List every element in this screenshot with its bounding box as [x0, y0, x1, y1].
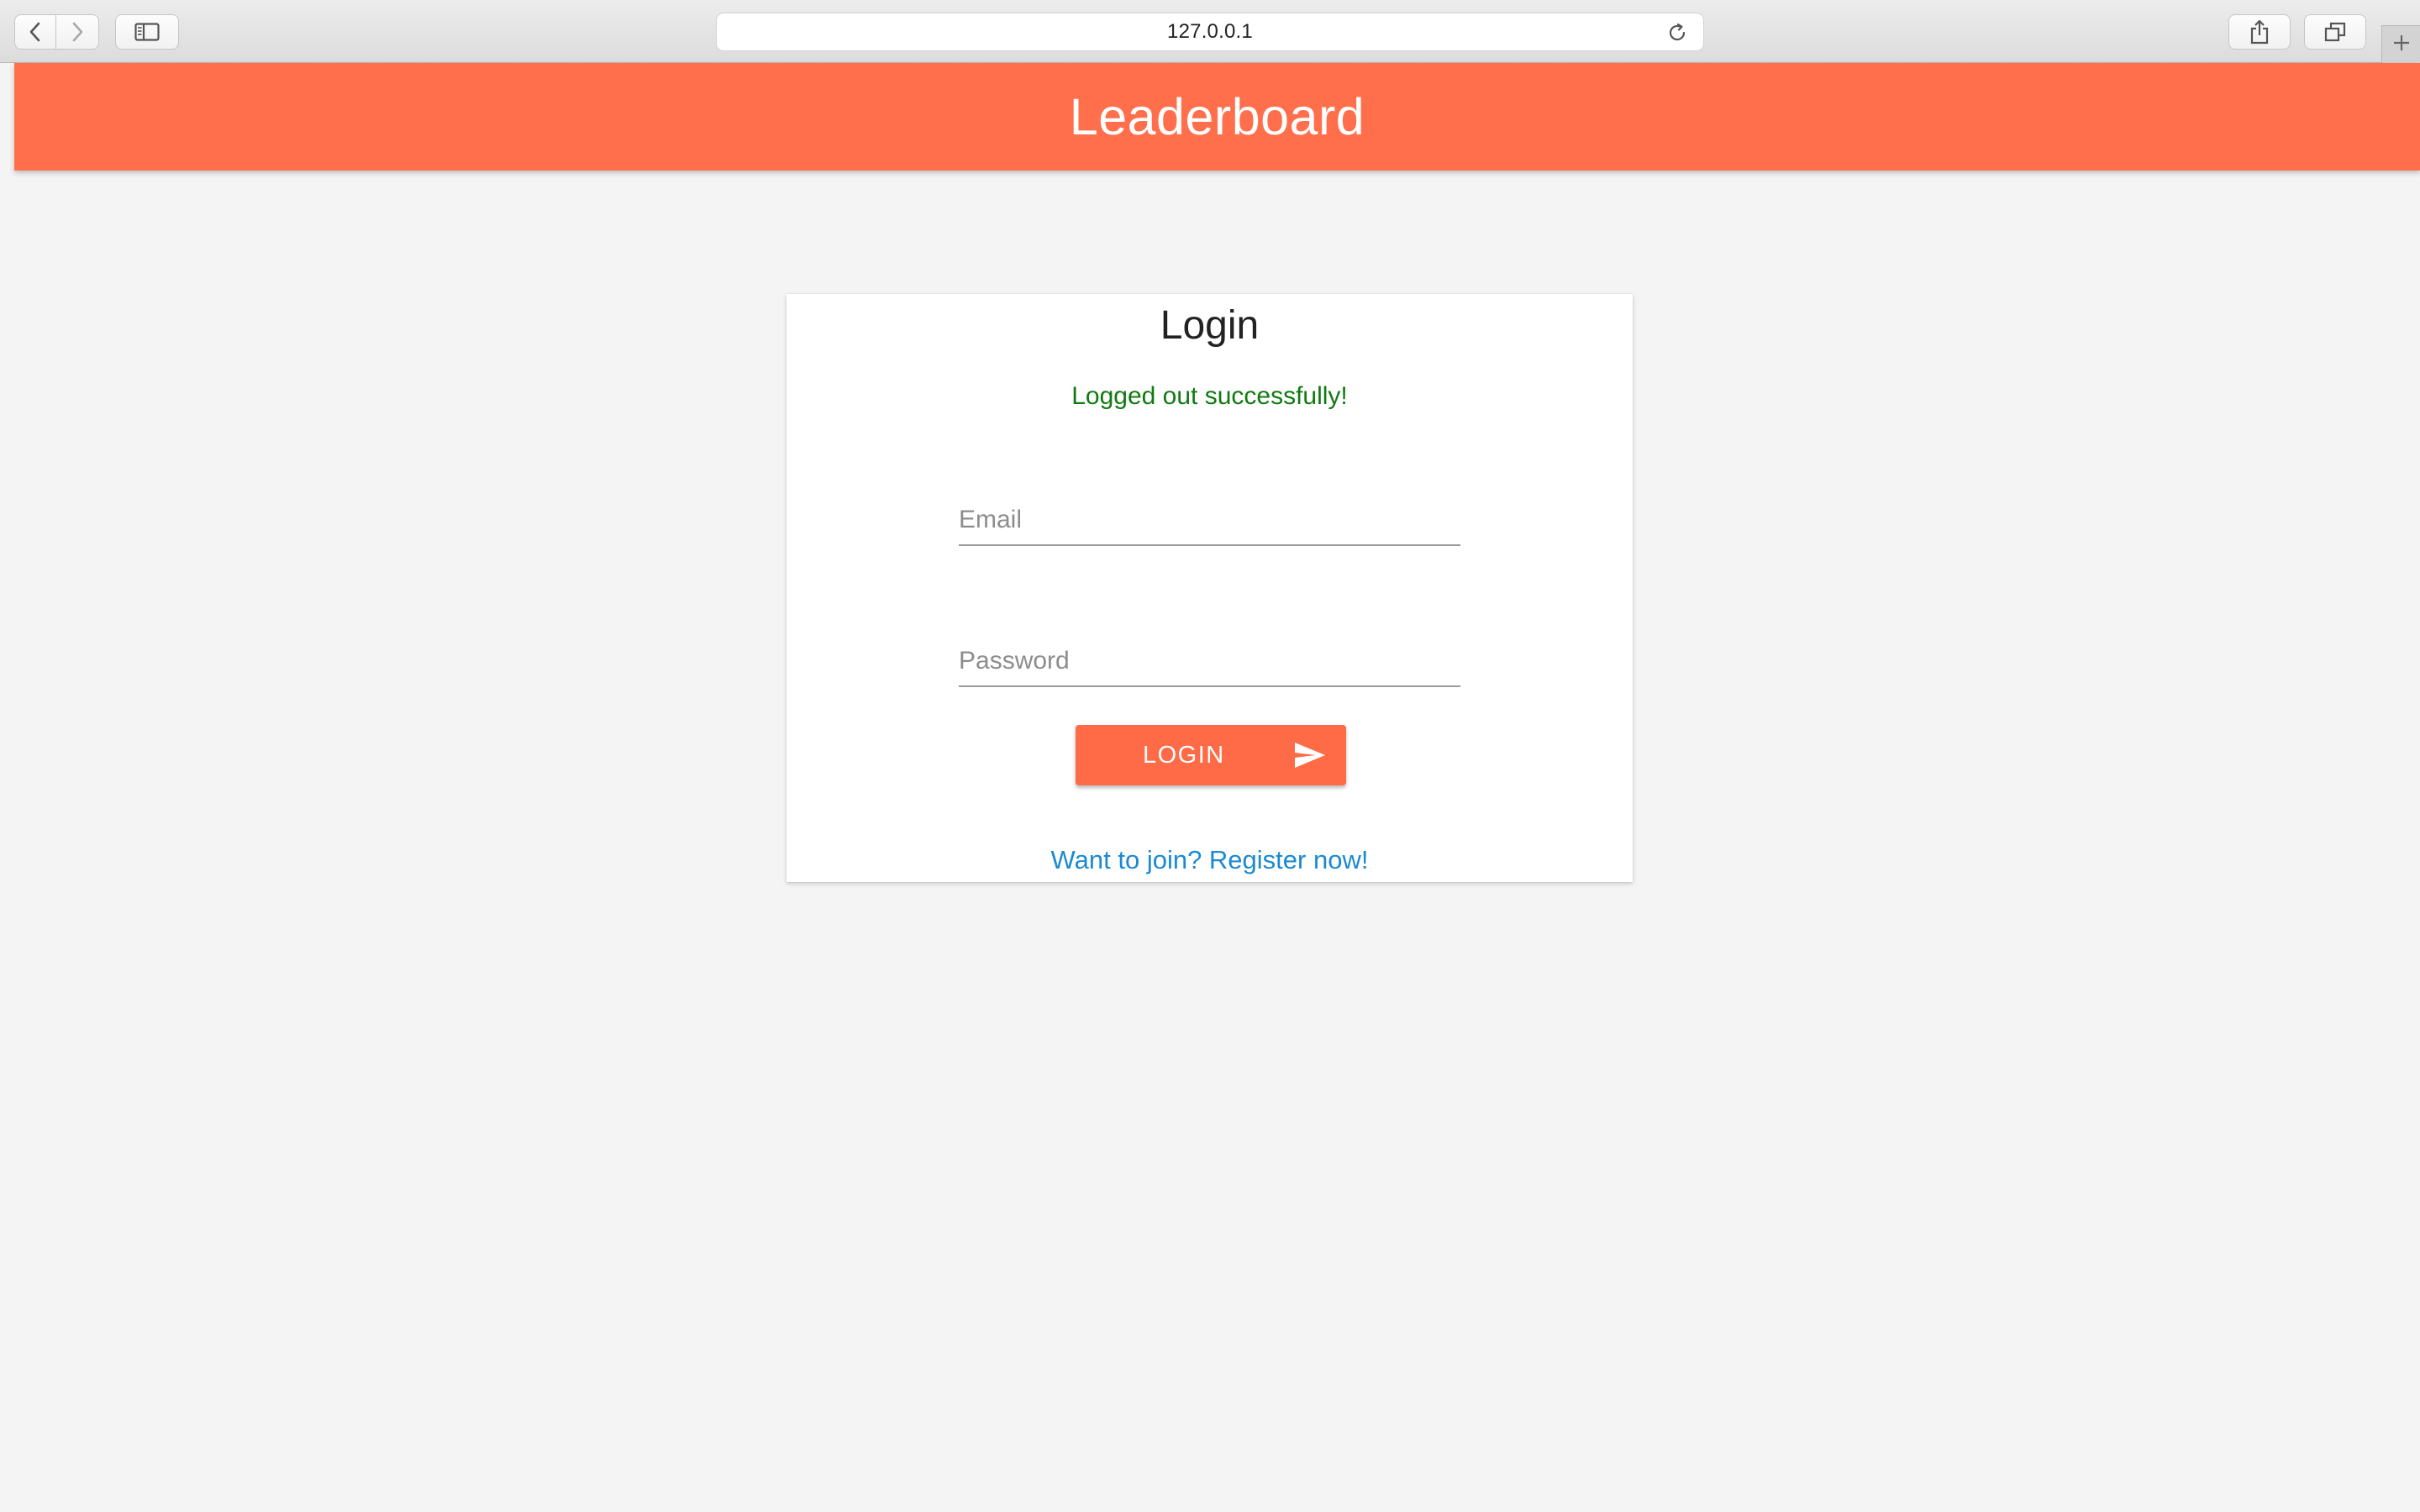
page-title: Leaderboard [1069, 88, 1365, 145]
plus-icon [2391, 33, 2412, 57]
url-text: 127.0.0.1 [1167, 20, 1253, 43]
chevron-left-icon [29, 21, 42, 43]
login-button[interactable]: LOGIN [1076, 725, 1346, 785]
email-field[interactable] [959, 487, 1460, 544]
email-field-container [959, 487, 1460, 546]
new-tab-button[interactable] [2381, 25, 2420, 63]
tabs-icon [2324, 22, 2346, 42]
share-icon [2249, 19, 2270, 45]
password-field-container [959, 628, 1460, 687]
address-bar[interactable]: 127.0.0.1 [716, 13, 1704, 51]
app-header: Leaderboard [14, 63, 2420, 171]
login-card: Login Logged out successfully! LOGIN Wan… [786, 294, 1633, 882]
login-title: Login [1160, 303, 1260, 348]
sidebar-button[interactable] [115, 14, 179, 50]
forward-button[interactable] [56, 14, 99, 50]
tabs-overview-button[interactable] [2304, 14, 2366, 50]
login-button-label: LOGIN [1143, 742, 1225, 769]
chevron-right-icon [71, 21, 84, 43]
share-button[interactable] [2228, 14, 2291, 50]
flash-message: Logged out successfully! [1071, 382, 1348, 410]
sidebar-icon [134, 23, 160, 41]
back-button[interactable] [14, 14, 56, 50]
reload-icon[interactable] [1666, 22, 1688, 48]
password-field[interactable] [959, 628, 1460, 685]
send-icon [1294, 742, 1326, 771]
register-link[interactable]: Want to join? Register now! [786, 845, 1633, 875]
browser-toolbar: 127.0.0.1 [0, 0, 2420, 63]
